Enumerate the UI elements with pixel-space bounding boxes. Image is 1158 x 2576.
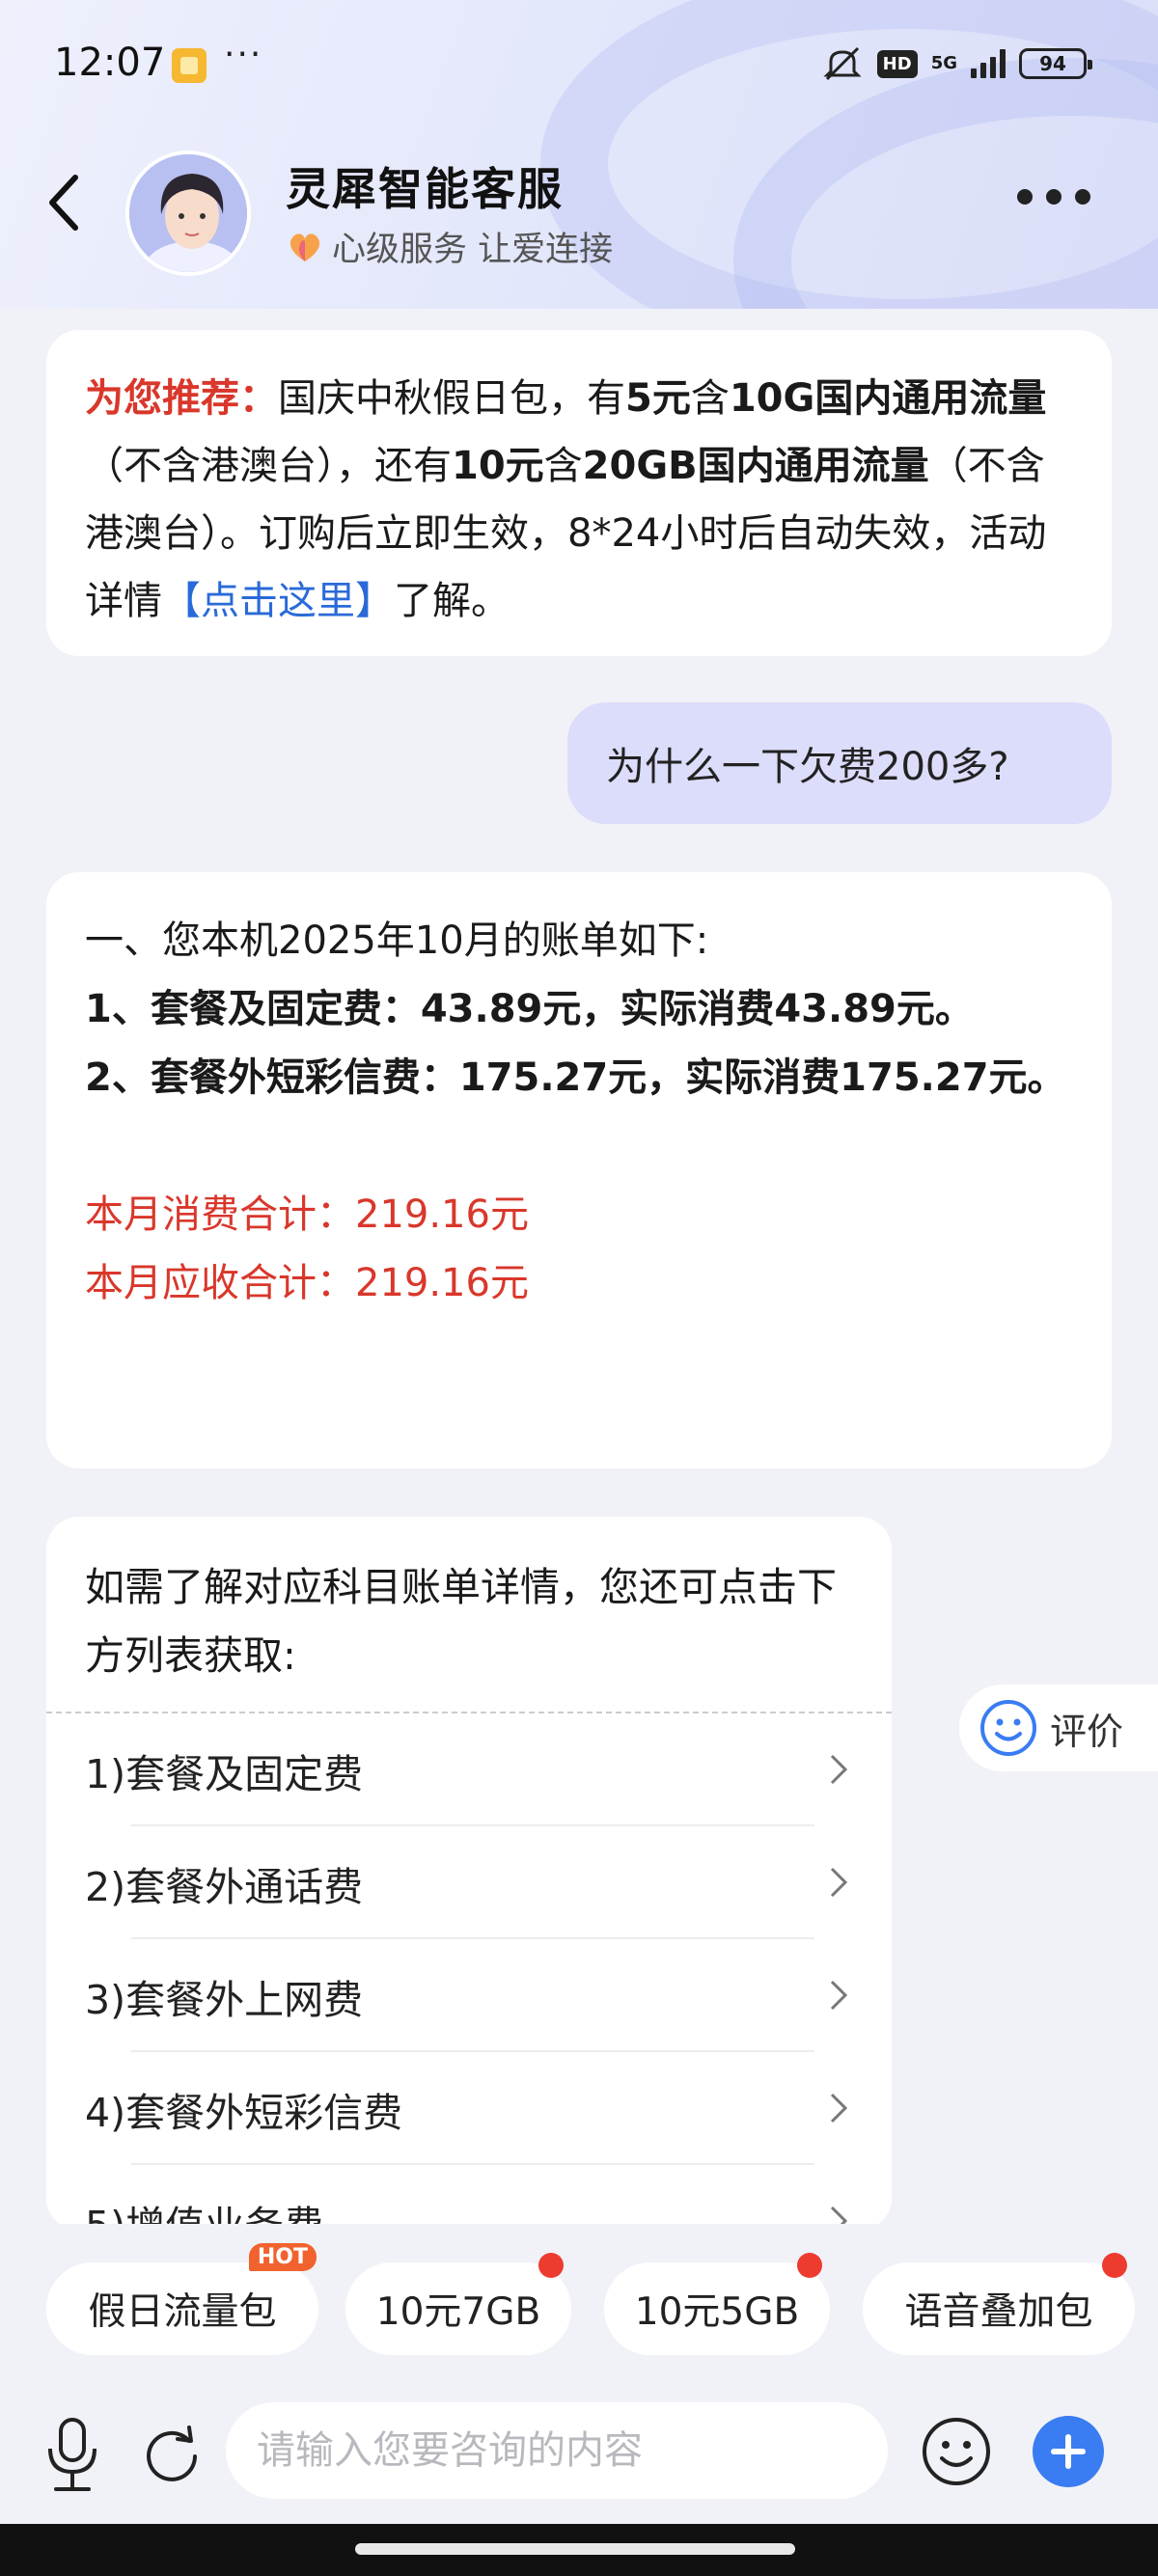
chevron-right-icon xyxy=(830,1980,848,2011)
refresh-icon[interactable] xyxy=(141,2422,203,2483)
status-more-icon: ··· xyxy=(224,35,263,74)
heart-icon xyxy=(290,233,320,261)
emoji-icon[interactable] xyxy=(921,2416,992,2487)
chevron-right-icon xyxy=(830,1754,848,1785)
bot-message-details: 如需了解对应科目账单详情，您还可点击下方列表获取: 1)套餐及固定费 2)套餐外… xyxy=(46,1517,892,2231)
hd-icon: HD xyxy=(876,49,918,78)
bill-total-consume: 本月消费合计：219.16元 xyxy=(85,1192,529,1237)
detail-item-calls[interactable]: 2)套餐外通话费 xyxy=(46,1826,892,1939)
chip-holiday-data[interactable]: 假日流量包 HOT xyxy=(46,2243,318,2355)
detail-item-sms[interactable]: 4)套餐外短彩信费 xyxy=(46,2052,892,2165)
page-subtitle: 心级服务 让爱连接 xyxy=(286,222,613,271)
mute-icon xyxy=(823,46,862,81)
plus-button[interactable] xyxy=(1033,2416,1104,2487)
status-time: 12:07 xyxy=(54,41,166,85)
status-icons: HD 5G 94 xyxy=(821,44,1092,83)
input-bar xyxy=(0,2383,1158,2518)
rate-button[interactable]: 评价 xyxy=(959,1685,1158,1771)
back-arrow-icon[interactable] xyxy=(44,172,81,233)
subtitle-text: 心级服务 让爱连接 xyxy=(332,231,614,269)
detail-item-data[interactable]: 3)套餐外上网费 xyxy=(46,1939,892,2052)
microphone-icon[interactable] xyxy=(41,2416,104,2493)
hot-badge: HOT xyxy=(248,2243,317,2271)
details-intro: 如需了解对应科目账单详情，您还可点击下方列表获取: xyxy=(85,1564,837,1679)
smile-icon xyxy=(980,1700,1036,1756)
bot-message-recommend: 为您推荐：国庆中秋假日包，有5元含10G国内通用流量（不含港澳台），还有10元含… xyxy=(46,330,1112,656)
bot-message-bill: 一、您本机2025年10月的账单如下: 1、套餐及固定费：43.89元，实际消费… xyxy=(46,872,1112,1468)
chip-10yuan-5gb[interactable]: 10元5GB xyxy=(604,2253,830,2355)
notification-icon xyxy=(172,48,207,83)
message-input[interactable] xyxy=(226,2402,888,2499)
new-dot-badge xyxy=(538,2253,564,2278)
network-5g-label: 5G xyxy=(930,53,957,73)
bill-line-sms: 2、套餐外短彩信费：175.27元，实际消费175.27元。 xyxy=(85,1055,1066,1100)
status-bar: 12:07 ··· HD 5G 94 xyxy=(0,0,1158,125)
signal-icon xyxy=(971,49,1006,78)
user-message: 为什么一下欠费200多? xyxy=(567,702,1112,824)
more-options-icon[interactable] xyxy=(1017,189,1090,205)
agent-avatar xyxy=(125,151,251,276)
chevron-right-icon xyxy=(830,1867,848,1898)
new-dot-badge xyxy=(1102,2253,1127,2278)
details-link[interactable]: 【点击这里】 xyxy=(162,579,394,623)
chip-10yuan-7gb[interactable]: 10元7GB xyxy=(345,2253,571,2355)
home-indicator[interactable] xyxy=(355,2543,795,2555)
recommend-label: 为您推荐： xyxy=(85,376,278,421)
rate-label: 评价 xyxy=(1050,1710,1124,1753)
chip-voice-addon[interactable]: 语音叠加包 xyxy=(863,2253,1135,2355)
detail-item-value-added[interactable]: 5)增值业务费 xyxy=(46,2165,892,2231)
new-dot-badge xyxy=(797,2253,822,2278)
battery-icon: 94 xyxy=(1019,48,1092,79)
bill-total-receivable: 本月应收合计：219.16元 xyxy=(85,1261,529,1305)
bill-line-header: 一、您本机2025年10月的账单如下: xyxy=(85,918,709,963)
page-title: 灵犀智能客服 xyxy=(286,163,564,215)
bill-line-package: 1、套餐及固定费：43.89元，实际消费43.89元。 xyxy=(85,987,974,1031)
detail-item-package[interactable]: 1)套餐及固定费 xyxy=(46,1713,892,1826)
chevron-right-icon xyxy=(830,2093,848,2124)
